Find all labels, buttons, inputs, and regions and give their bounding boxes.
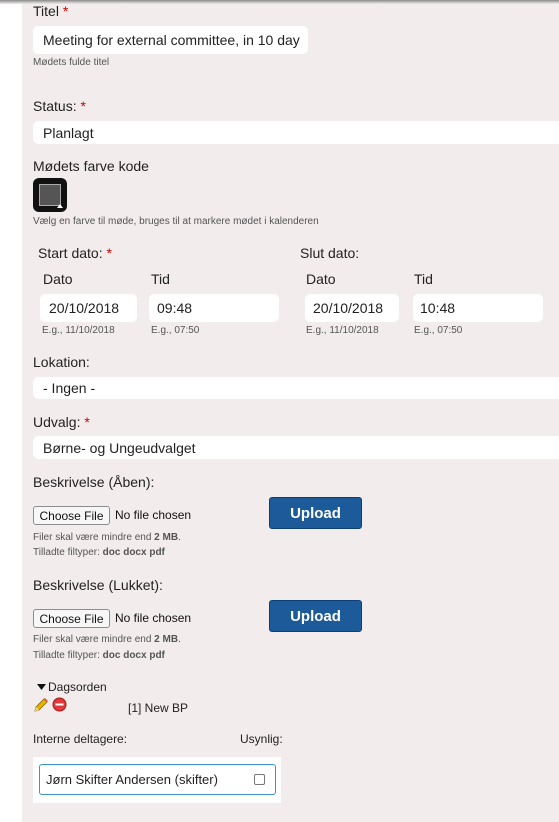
start-time-input[interactable]: 09:48 bbox=[149, 294, 279, 322]
color-swatch bbox=[39, 184, 61, 206]
location-select[interactable]: - Ingen - bbox=[33, 377, 559, 399]
location-label: Lokation: bbox=[33, 354, 90, 370]
end-time-input[interactable]: 10:48 bbox=[413, 294, 543, 322]
caret-down-icon bbox=[37, 683, 46, 690]
closed-description-label: Beskrivelse (Lukket): bbox=[33, 577, 163, 593]
color-picker-arrow-icon bbox=[57, 204, 63, 208]
start-date-input[interactable]: 20/10/2018 bbox=[40, 294, 137, 322]
agenda-toggle[interactable]: Dagsorden bbox=[37, 680, 107, 694]
committee-label-text: Udvalg: bbox=[33, 414, 81, 430]
types-info-prefix: Tilladte filtyper: bbox=[33, 650, 103, 661]
agenda-edit-icon[interactable] bbox=[33, 697, 49, 718]
agenda-toggle-label: Dagsorden bbox=[48, 680, 107, 694]
end-time-sublabel: Tid bbox=[414, 271, 433, 287]
closed-no-file-text: No file chosen bbox=[115, 611, 192, 625]
committee-select-value: Børne- og Ungeudvalget bbox=[43, 439, 196, 456]
color-help: Vælg en farve til møde, bruges til at ma… bbox=[33, 216, 319, 227]
size-info-suffix: . bbox=[178, 532, 181, 543]
top-shadow bbox=[0, 0, 559, 4]
end-date-input[interactable]: 20/10/2018 bbox=[305, 294, 399, 322]
end-date-label: Slut dato: bbox=[300, 245, 360, 261]
start-date-hint: E.g., 11/10/2018 bbox=[42, 325, 115, 336]
open-description-label: Beskrivelse (Åben): bbox=[33, 474, 155, 490]
remove-icon bbox=[52, 697, 67, 712]
start-date-label: Start dato: * bbox=[38, 245, 112, 261]
end-time-hint: E.g., 07:50 bbox=[414, 325, 463, 336]
end-time-value: 10:48 bbox=[420, 300, 456, 316]
open-size-info: Filer skal være mindre end 2 MB. bbox=[33, 532, 181, 543]
open-upload-button[interactable]: Upload bbox=[269, 497, 362, 529]
title-label-text: Titel bbox=[33, 3, 59, 19]
required-mark: * bbox=[62, 3, 69, 19]
open-types-info: Tilladte filtyper: doc docx pdf bbox=[33, 547, 165, 558]
types-info-value: doc docx pdf bbox=[102, 547, 165, 558]
start-date-label-text: Start dato: bbox=[38, 245, 103, 261]
types-info-prefix: Tilladte filtyper: bbox=[33, 547, 103, 558]
committee-select[interactable]: Børne- og Ungeudvalget bbox=[33, 436, 559, 459]
title-help: Mødets fulde titel bbox=[33, 57, 110, 68]
size-info-prefix: Filer skal være mindre end bbox=[33, 634, 155, 645]
title-input-value: Meeting for external committee, in 10 da… bbox=[43, 32, 300, 48]
color-label: Mødets farve kode bbox=[33, 158, 149, 174]
left-margin bbox=[0, 0, 22, 822]
start-date-sublabel: Dato bbox=[43, 271, 73, 287]
title-input[interactable]: Meeting for external committee, in 10 da… bbox=[33, 26, 308, 54]
open-choose-file-button[interactable]: Choose File bbox=[33, 506, 110, 525]
status-label: Status: * bbox=[33, 98, 86, 114]
closed-types-info: Tilladte filtyper: doc docx pdf bbox=[33, 650, 165, 661]
end-date-hint: E.g., 11/10/2018 bbox=[306, 325, 379, 336]
end-date-sublabel: Dato bbox=[306, 271, 336, 287]
invisible-checkbox[interactable] bbox=[254, 774, 265, 785]
participants-list: Jørn Skifter Andersen (skifter) bbox=[33, 757, 281, 803]
required-mark: * bbox=[80, 98, 86, 114]
start-time-hint: E.g., 07:50 bbox=[151, 325, 200, 336]
required-mark: * bbox=[106, 245, 112, 261]
types-info-value: doc docx pdf bbox=[102, 650, 165, 661]
participant-item[interactable]: Jørn Skifter Andersen (skifter) bbox=[39, 764, 276, 795]
status-select-value: Planlagt bbox=[43, 124, 94, 141]
start-time-sublabel: Tid bbox=[151, 271, 170, 287]
open-no-file-text: No file chosen bbox=[115, 508, 192, 522]
internal-participants-label: Interne deltagere: bbox=[33, 732, 128, 746]
agenda-item[interactable]: [1] New BP bbox=[128, 701, 188, 715]
start-time-value: 09:48 bbox=[157, 300, 193, 316]
agenda-delete-icon[interactable] bbox=[52, 697, 67, 717]
size-info-suffix: . bbox=[178, 634, 181, 645]
size-info-value: 2 MB bbox=[154, 634, 179, 645]
closed-size-info: Filer skal være mindre end 2 MB. bbox=[33, 634, 181, 645]
size-info-prefix: Filer skal være mindre end bbox=[33, 532, 155, 543]
end-date-value: 20/10/2018 bbox=[313, 300, 384, 316]
participant-name: Jørn Skifter Andersen (skifter) bbox=[46, 772, 218, 787]
invisible-label: Usynlig: bbox=[240, 732, 283, 746]
required-mark: * bbox=[84, 414, 90, 430]
start-date-value: 20/10/2018 bbox=[49, 300, 120, 316]
pencil-icon bbox=[34, 698, 48, 712]
closed-choose-file-button[interactable]: Choose File bbox=[33, 609, 110, 628]
size-info-value: 2 MB bbox=[154, 532, 179, 543]
location-select-value: - Ingen - bbox=[43, 380, 96, 396]
status-label-text: Status: bbox=[33, 98, 77, 114]
color-picker[interactable] bbox=[33, 178, 67, 212]
title-label: Titel * bbox=[33, 3, 68, 19]
closed-upload-button[interactable]: Upload bbox=[269, 600, 362, 632]
committee-label: Udvalg: * bbox=[33, 414, 90, 430]
status-select[interactable]: Planlagt bbox=[33, 121, 559, 144]
